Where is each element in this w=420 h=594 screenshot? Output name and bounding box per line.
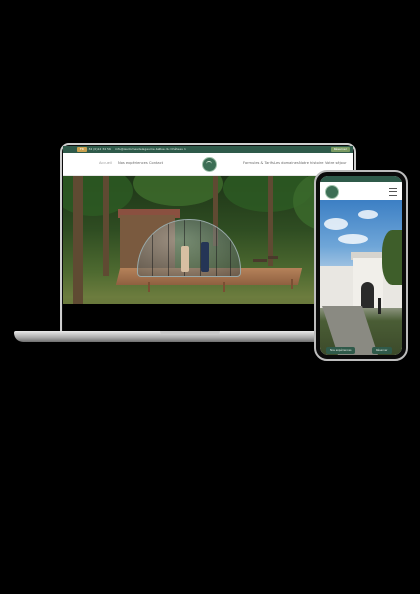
cloud [338, 234, 368, 244]
phone-hero-image: Nos expériences Réserver [320, 200, 402, 355]
foliage [133, 176, 223, 206]
terrace-table [253, 259, 267, 262]
nav-item-home[interactable]: Accueil [99, 161, 112, 165]
castle-gate [361, 282, 374, 308]
site-navbar: Accueil Nos expériences Contact Formules… [63, 153, 353, 176]
nav-item-contact[interactable]: Contact [149, 161, 163, 165]
deck-post [223, 282, 225, 292]
cloud [324, 218, 348, 230]
nav-item-experiences[interactable]: Nos expériences [118, 161, 148, 165]
tree-trunk [103, 176, 109, 276]
topbar-address: Rue du Château 1 [159, 147, 186, 151]
deck-post [148, 282, 150, 292]
phone-site-logo[interactable] [325, 185, 339, 199]
nav-item-pricing[interactable]: Formules & Tarifs [243, 161, 274, 165]
hero-dark-strip [63, 304, 353, 331]
site-top-bar: + 32 (0)12 34 56 info@lesdomesdelagaume.… [63, 146, 353, 153]
person-right [201, 242, 209, 272]
laptop-screen: + 32 (0)12 34 56 info@lesdomesdelagaume.… [63, 146, 353, 331]
phone-experiences-button[interactable]: Nos expériences [326, 347, 356, 354]
glass-dome [137, 219, 241, 277]
hero-image-dome [63, 176, 353, 331]
tree-foliage [382, 230, 402, 285]
person-left [181, 246, 189, 272]
hamburger-menu-icon[interactable] [389, 188, 397, 196]
deck-post [291, 279, 293, 289]
topbar-phone[interactable]: + 32 (0)12 34 56 [85, 147, 111, 151]
dome-rib [168, 220, 169, 276]
laptop-notch [160, 331, 220, 335]
dome-rib [230, 220, 231, 276]
nav-item-domains[interactable]: Les domaines [274, 161, 299, 165]
lamp-post [378, 298, 381, 314]
phone-header [320, 182, 402, 200]
dome-rib [152, 220, 153, 276]
phone-book-button[interactable]: Réserver [372, 347, 392, 354]
topbar-email[interactable]: info@lesdomesdelagaume.be [115, 147, 159, 151]
cloud [358, 210, 378, 219]
nav-item-stay[interactable]: Votre séjour [325, 161, 347, 165]
nav-item-story[interactable]: Notre histoire [299, 161, 323, 165]
tree-trunk [73, 176, 83, 304]
dome-logo-icon [206, 161, 212, 167]
phone-screen: Nos expériences Réserver [320, 176, 402, 355]
topbar-book-button[interactable]: Réserver [330, 147, 350, 152]
site-logo[interactable] [202, 157, 217, 172]
tree-trunk [268, 176, 273, 266]
dome-rib [216, 220, 217, 276]
topbar-lang-button[interactable]: FR [77, 147, 87, 152]
terrace-chair [268, 256, 278, 259]
phone-frame: Nos expériences Réserver [314, 170, 408, 361]
